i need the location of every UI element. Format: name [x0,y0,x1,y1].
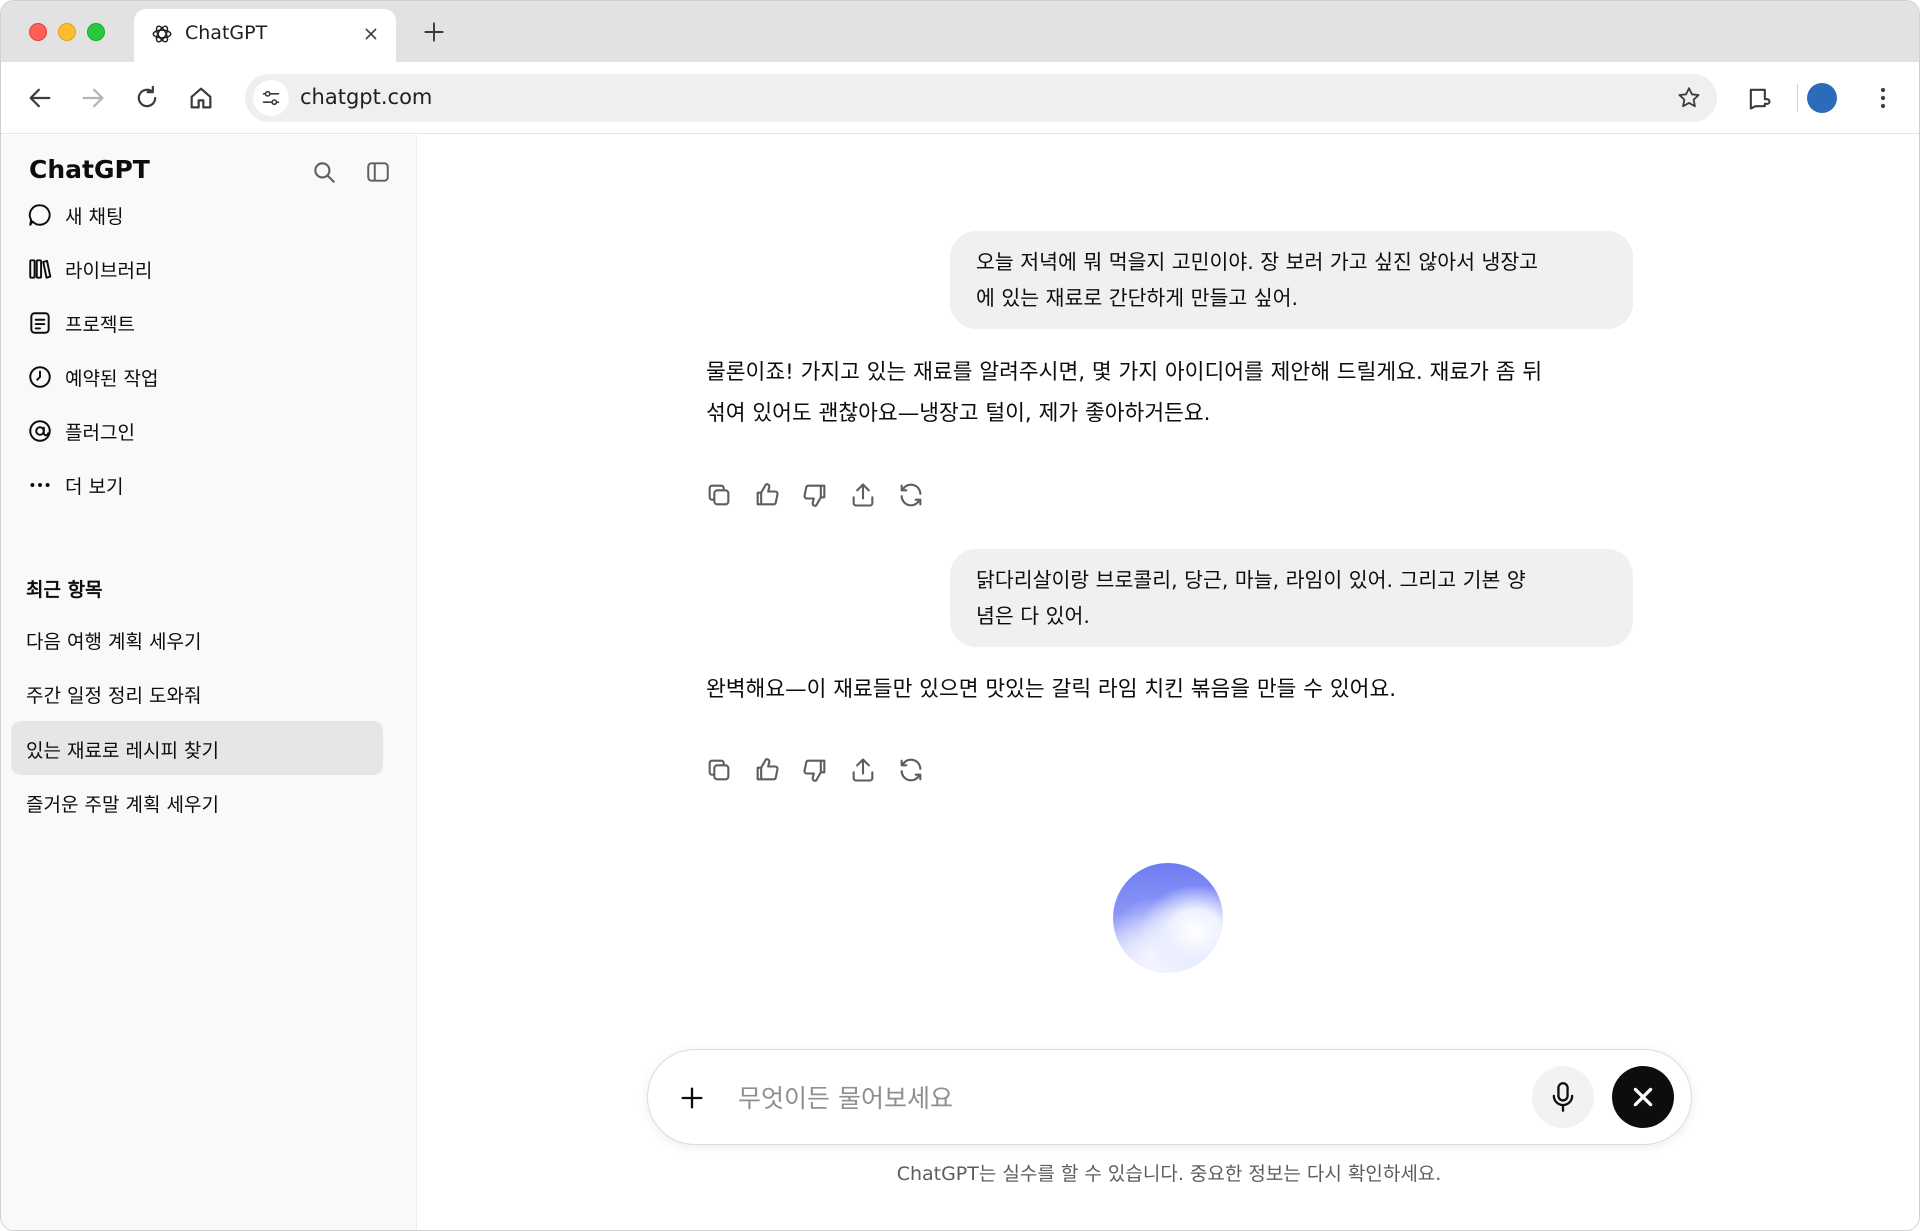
sidebar-item-label: 예약된 작업 [65,368,159,390]
star-icon[interactable] [1676,85,1702,111]
plus-icon[interactable] [421,19,447,45]
window-close-button[interactable] [29,23,47,41]
sidebar-item-new-chat[interactable]: 새 채팅 [11,191,383,237]
sidebar-item-plugins[interactable]: 플러그인 [11,407,383,453]
recent-item-label: 즐거운 주말 계획 세우기 [26,794,219,816]
sidebar-item-projects[interactable]: 프로젝트 [11,299,383,345]
openai-logo-icon [152,25,172,43]
message-line: 물론이죠! 가지고 있는 재료를 알려주시면, 몇 가지 아이디어를 제안해 드… [706,360,1543,385]
search-icon[interactable] [311,159,337,185]
thumbs-down-icon[interactable] [801,756,829,784]
address-bar[interactable]: chatgpt.com [245,74,1717,122]
message-composer [647,1049,1692,1145]
site-info-button[interactable] [253,80,289,116]
close-icon [1633,1087,1653,1107]
recent-item-label: 다음 여행 계획 세우기 [26,631,202,653]
chat-input[interactable] [738,1072,1438,1124]
message-line: 에 있는 재료로 간단하게 만들고 싶어. [976,286,1298,310]
window-minimize-button[interactable] [58,23,76,41]
profile-avatar[interactable] [1807,83,1837,113]
close-icon[interactable] [360,23,382,45]
sidebar-item-label: 라이브러리 [65,260,153,282]
sidebar: ChatGPT 새 채팅 라이브러리 프로젝트 예약된 작업 플러그인 더 보기… [1,135,417,1230]
thumbs-up-icon[interactable] [753,481,781,509]
tab-title: ChatGPT [185,22,268,44]
sidebar-item-library[interactable]: 라이브러리 [11,245,383,291]
browser-window: ChatGPT chatgpt.com ChatGPT 새 채팅 라이브러리 프… [0,0,1920,1231]
message-line: 오늘 저녁에 뭐 먹을지 고민이야. 장 보러 가고 싶진 않아서 냉장고 [976,250,1539,274]
library-icon [29,259,52,279]
home-icon[interactable] [187,84,215,112]
copy-icon[interactable] [705,756,733,784]
copy-icon[interactable] [705,481,733,509]
clock-icon [29,366,51,388]
message-line: 념은 다 있어. [976,604,1090,628]
user-message: 오늘 저녁에 뭐 먹을지 고민이야. 장 보러 가고 싶진 않아서 냉장고 에 … [950,231,1633,329]
user-message: 닭다리살이랑 브로콜리, 당근, 마늘, 라임이 있어. 그리고 기본 양 념은… [950,549,1633,647]
forward-icon[interactable] [79,84,107,112]
project-icon [30,312,50,334]
assistant-message: 완벽해요—이 재료들만 있으면 맛있는 갈릭 라임 치킨 볶음을 만들 수 있어… [706,669,1626,710]
chat-bubble-icon [28,204,51,226]
voice-mode-orb [1113,863,1223,973]
reload-icon[interactable] [133,84,161,112]
assistant-message: 물론이죠! 가지고 있는 재료를 알려주시면, 몇 가지 아이디어를 제안해 드… [706,352,1626,434]
window-maximize-button[interactable] [87,23,105,41]
url-text: chatgpt.com [300,85,433,109]
sidebar-toggle-icon[interactable] [365,159,391,185]
message-line: 섞여 있어도 괜찮아요—냉장고 털이, 제가 좋아하거든요. [706,401,1211,426]
recent-item-active[interactable]: 있는 재료로 레시피 찾기 [11,721,383,775]
sidebar-item-more[interactable]: 더 보기 [11,461,383,507]
toolbar-divider [1797,84,1798,112]
tab-strip: ChatGPT [1,1,1919,62]
regenerate-icon[interactable] [897,481,925,509]
tune-icon [262,90,280,106]
message-line: 완벽해요—이 재료들만 있으면 맛있는 갈릭 라임 치킨 볶음을 만들 수 있어… [706,677,1397,702]
sidebar-item-label: 플러그인 [65,422,135,444]
extension-icon[interactable] [1745,84,1773,112]
sidebar-item-label: 새 채팅 [65,206,124,228]
kebab-menu-icon[interactable] [1871,84,1895,112]
browser-tab[interactable]: ChatGPT [134,9,396,62]
chat-main: 오늘 저녁에 뭐 먹을지 고민이야. 장 보러 가고 싶진 않아서 냉장고 에 … [418,135,1919,1230]
sidebar-item-scheduled[interactable]: 예약된 작업 [11,353,383,399]
recent-item[interactable]: 주간 일정 정리 도와줘 [11,666,383,720]
plus-icon[interactable] [678,1084,706,1112]
message-line: 닭다리살이랑 브로콜리, 당근, 마늘, 라임이 있어. 그리고 기본 양 [976,568,1526,592]
sidebar-item-label: 더 보기 [65,476,124,498]
recent-item-label: 주간 일정 정리 도와줘 [26,685,202,707]
thumbs-down-icon[interactable] [801,481,829,509]
recent-item[interactable]: 다음 여행 계획 세우기 [11,612,383,666]
recent-section-title: 최근 항목 [26,579,103,601]
mic-icon [1552,1082,1574,1112]
recent-item-label: 있는 재료로 레시피 찾기 [26,740,219,762]
recent-item[interactable]: 즐거운 주말 계획 세우기 [11,775,383,829]
browser-toolbar: chatgpt.com [1,62,1919,134]
sidebar-item-label: 프로젝트 [65,314,135,336]
mic-button[interactable] [1532,1066,1594,1128]
plugin-icon [29,420,51,442]
thumbs-up-icon[interactable] [753,756,781,784]
back-icon[interactable] [26,84,54,112]
sidebar-brand[interactable]: ChatGPT [29,155,150,184]
share-icon[interactable] [849,481,877,509]
end-voice-button[interactable] [1612,1066,1674,1128]
more-icon [30,483,50,487]
disclaimer-text: ChatGPT는 실수를 할 수 있습니다. 중요한 정보는 다시 확인하세요. [896,1163,1442,1185]
regenerate-icon[interactable] [897,756,925,784]
share-icon[interactable] [849,756,877,784]
